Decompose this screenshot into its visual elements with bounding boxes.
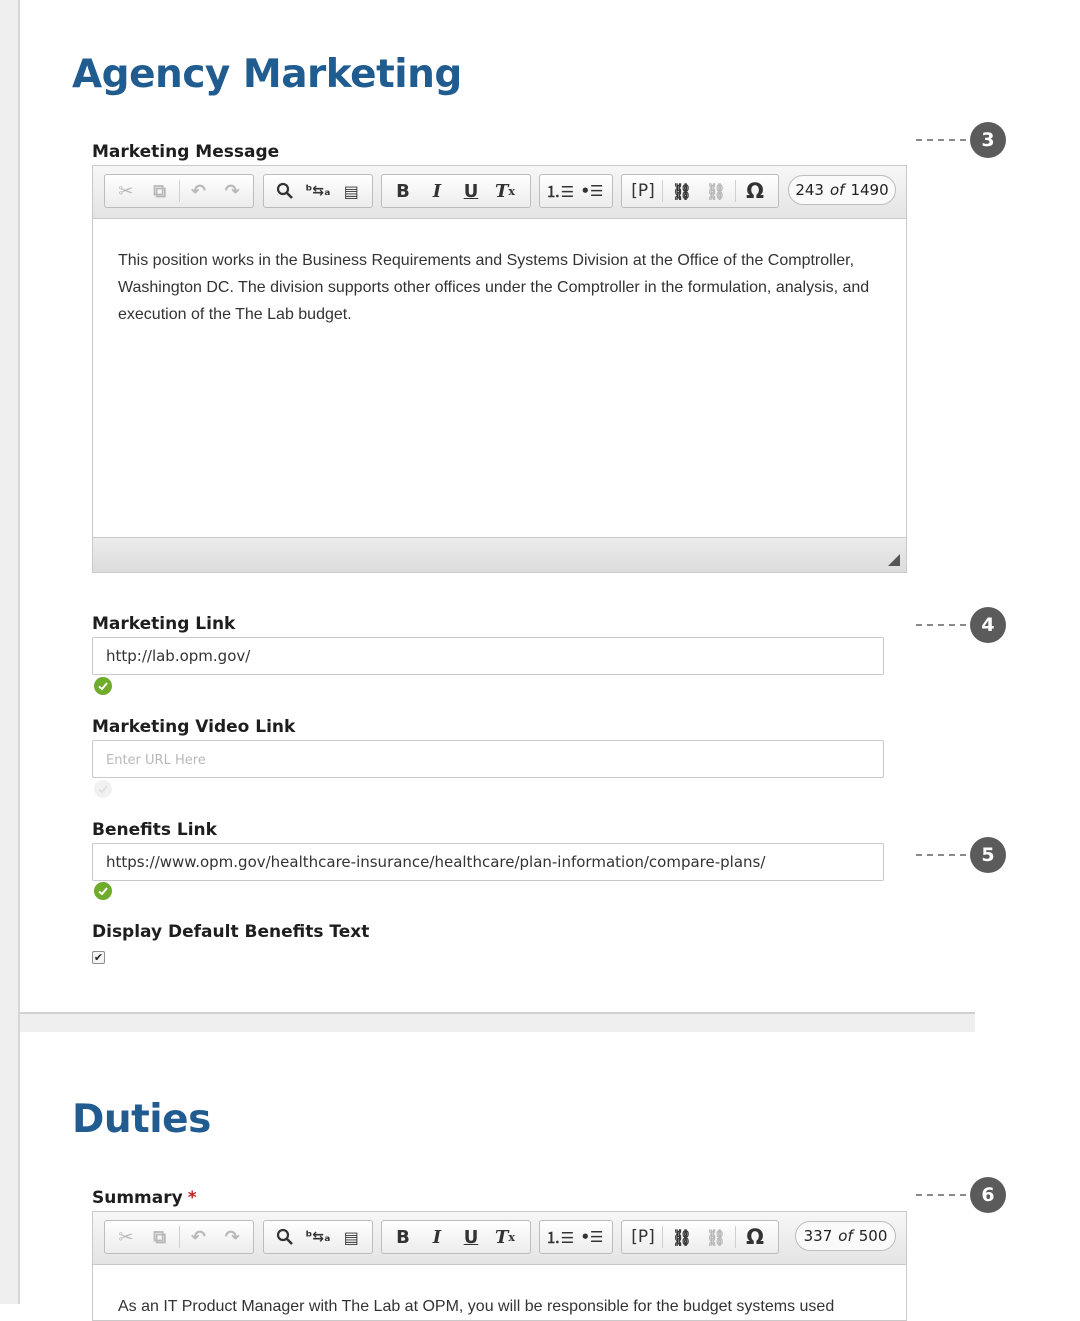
numbered-list-icon[interactable]: ⒈☰ [544, 176, 576, 206]
callout-3: 3 [916, 122, 1006, 158]
link-icon[interactable]: ⛓ [665, 176, 699, 206]
marketing-message-text[interactable]: This position works in the Business Requ… [93, 219, 906, 328]
format-group: B I U Tx [381, 174, 531, 208]
section-title-duties: Duties [72, 1097, 211, 1142]
insert-group: [P] ⛓ ⛓ Ω [621, 1220, 779, 1254]
summary-label-text: Summary [92, 1188, 183, 1208]
numbered-list-icon[interactable]: ⒈☰ [544, 1222, 576, 1252]
cut-icon[interactable]: ✂ [109, 1222, 143, 1252]
format-group: B I U Tx [381, 1220, 531, 1254]
counter-current: 243 [795, 181, 824, 199]
callout-6: 6 [916, 1177, 1006, 1213]
list-group: ⒈☰ •☰ [539, 1220, 613, 1254]
benefits-link-label: Benefits Link [92, 820, 217, 840]
undo-icon[interactable]: ↶ [182, 1222, 216, 1252]
placeholder-icon[interactable]: [P] [626, 1222, 660, 1252]
editor-toolbar: ✂ ⧉ ↶ ↷ ᵇ⇆ₐ ▤ B I U Tx ⒈☰ •☰ [P] ⛓ ⛓ [93, 1212, 906, 1265]
replace-icon[interactable]: ᵇ⇆ₐ [301, 176, 334, 206]
callout-marker: 3 [970, 122, 1006, 158]
marketing-link-input[interactable] [92, 637, 884, 675]
bold-icon[interactable]: B [386, 1222, 420, 1252]
unlink-icon[interactable]: ⛓ [699, 1222, 733, 1252]
counter-max: 1490 [850, 181, 889, 199]
cut-icon[interactable]: ✂ [109, 176, 143, 206]
counter-current: 337 [803, 1227, 833, 1245]
section-divider [20, 1012, 975, 1032]
section-title-agency-marketing: Agency Marketing [72, 52, 462, 97]
display-default-benefits-label: Display Default Benefits Text [92, 922, 370, 942]
counter-of: of [829, 181, 845, 199]
remove-format-icon[interactable]: Tx [488, 176, 522, 206]
resize-handle-icon[interactable] [888, 554, 900, 566]
display-default-benefits-checkbox[interactable]: ✔ [92, 951, 105, 964]
marketing-link-label: Marketing Link [92, 614, 236, 634]
find-group: ᵇ⇆ₐ ▤ [263, 174, 373, 208]
select-all-icon[interactable]: ▤ [335, 1222, 368, 1252]
editor-status-bar [93, 537, 906, 572]
benefits-link-input[interactable] [92, 843, 884, 881]
unlink-icon[interactable]: ⛓ [699, 176, 733, 206]
callout-marker: 4 [970, 607, 1006, 643]
clipboard-group: ✂ ⧉ ↶ ↷ [104, 174, 254, 208]
underline-icon[interactable]: U [454, 176, 488, 206]
clipboard-group: ✂ ⧉ ↶ ↷ [104, 1220, 254, 1254]
bold-icon[interactable]: B [386, 176, 420, 206]
special-character-icon[interactable]: Ω [738, 176, 772, 206]
counter-of: of [838, 1227, 853, 1245]
marketing-message-editor: ✂ ⧉ ↶ ↷ ᵇ⇆ₐ ▤ B I U Tx ⒈☰ •☰ [P] ⛓ ⛓ Ω 2… [92, 165, 907, 573]
callout-marker: 5 [970, 837, 1006, 873]
counter-max: 500 [858, 1227, 888, 1245]
underline-icon[interactable]: U [454, 1222, 488, 1252]
copy-icon[interactable]: ⧉ [143, 1222, 177, 1252]
character-counter: 337 of 500 [795, 1221, 896, 1251]
remove-format-icon[interactable]: Tx [488, 1222, 522, 1252]
redo-icon[interactable]: ↷ [215, 1222, 249, 1252]
insert-group: [P] ⛓ ⛓ Ω [621, 174, 779, 208]
redo-icon[interactable]: ↷ [215, 176, 249, 206]
bulleted-list-icon[interactable]: •☰ [576, 1222, 608, 1252]
summary-text[interactable]: As an IT Product Manager with The Lab at… [93, 1265, 906, 1320]
search-icon[interactable] [268, 1222, 301, 1252]
select-all-icon[interactable]: ▤ [335, 176, 368, 206]
italic-icon[interactable]: I [420, 1222, 454, 1252]
callout-4: 4 [916, 607, 1006, 643]
link-icon[interactable]: ⛓ [665, 1222, 699, 1252]
editor-toolbar: ✂ ⧉ ↶ ↷ ᵇ⇆ₐ ▤ B I U Tx ⒈☰ •☰ [P] ⛓ ⛓ [93, 166, 906, 219]
placeholder-icon[interactable]: [P] [626, 176, 660, 206]
summary-editor: ✂ ⧉ ↶ ↷ ᵇ⇆ₐ ▤ B I U Tx ⒈☰ •☰ [P] ⛓ ⛓ Ω 3… [92, 1211, 907, 1321]
bulleted-list-icon[interactable]: •☰ [576, 176, 608, 206]
special-character-icon[interactable]: Ω [738, 1222, 772, 1252]
undo-icon[interactable]: ↶ [182, 176, 216, 206]
search-icon[interactable] [268, 176, 301, 206]
pending-check-icon [94, 780, 112, 798]
replace-icon[interactable]: ᵇ⇆ₐ [301, 1222, 334, 1252]
valid-check-icon [94, 882, 112, 900]
required-asterisk: * [187, 1188, 197, 1208]
find-group: ᵇ⇆ₐ ▤ [263, 1220, 373, 1254]
character-counter: 243 of 1490 [788, 175, 896, 205]
marketing-video-link-label: Marketing Video Link [92, 717, 296, 737]
left-rail [0, 0, 20, 1304]
copy-icon[interactable]: ⧉ [143, 176, 177, 206]
summary-label: Summary * [92, 1188, 197, 1208]
marketing-video-link-input[interactable] [92, 740, 884, 778]
list-group: ⒈☰ •☰ [539, 174, 613, 208]
callout-marker: 6 [970, 1177, 1006, 1213]
italic-icon[interactable]: I [420, 176, 454, 206]
valid-check-icon [94, 677, 112, 695]
callout-5: 5 [916, 837, 1006, 873]
marketing-message-label: Marketing Message [92, 142, 280, 162]
